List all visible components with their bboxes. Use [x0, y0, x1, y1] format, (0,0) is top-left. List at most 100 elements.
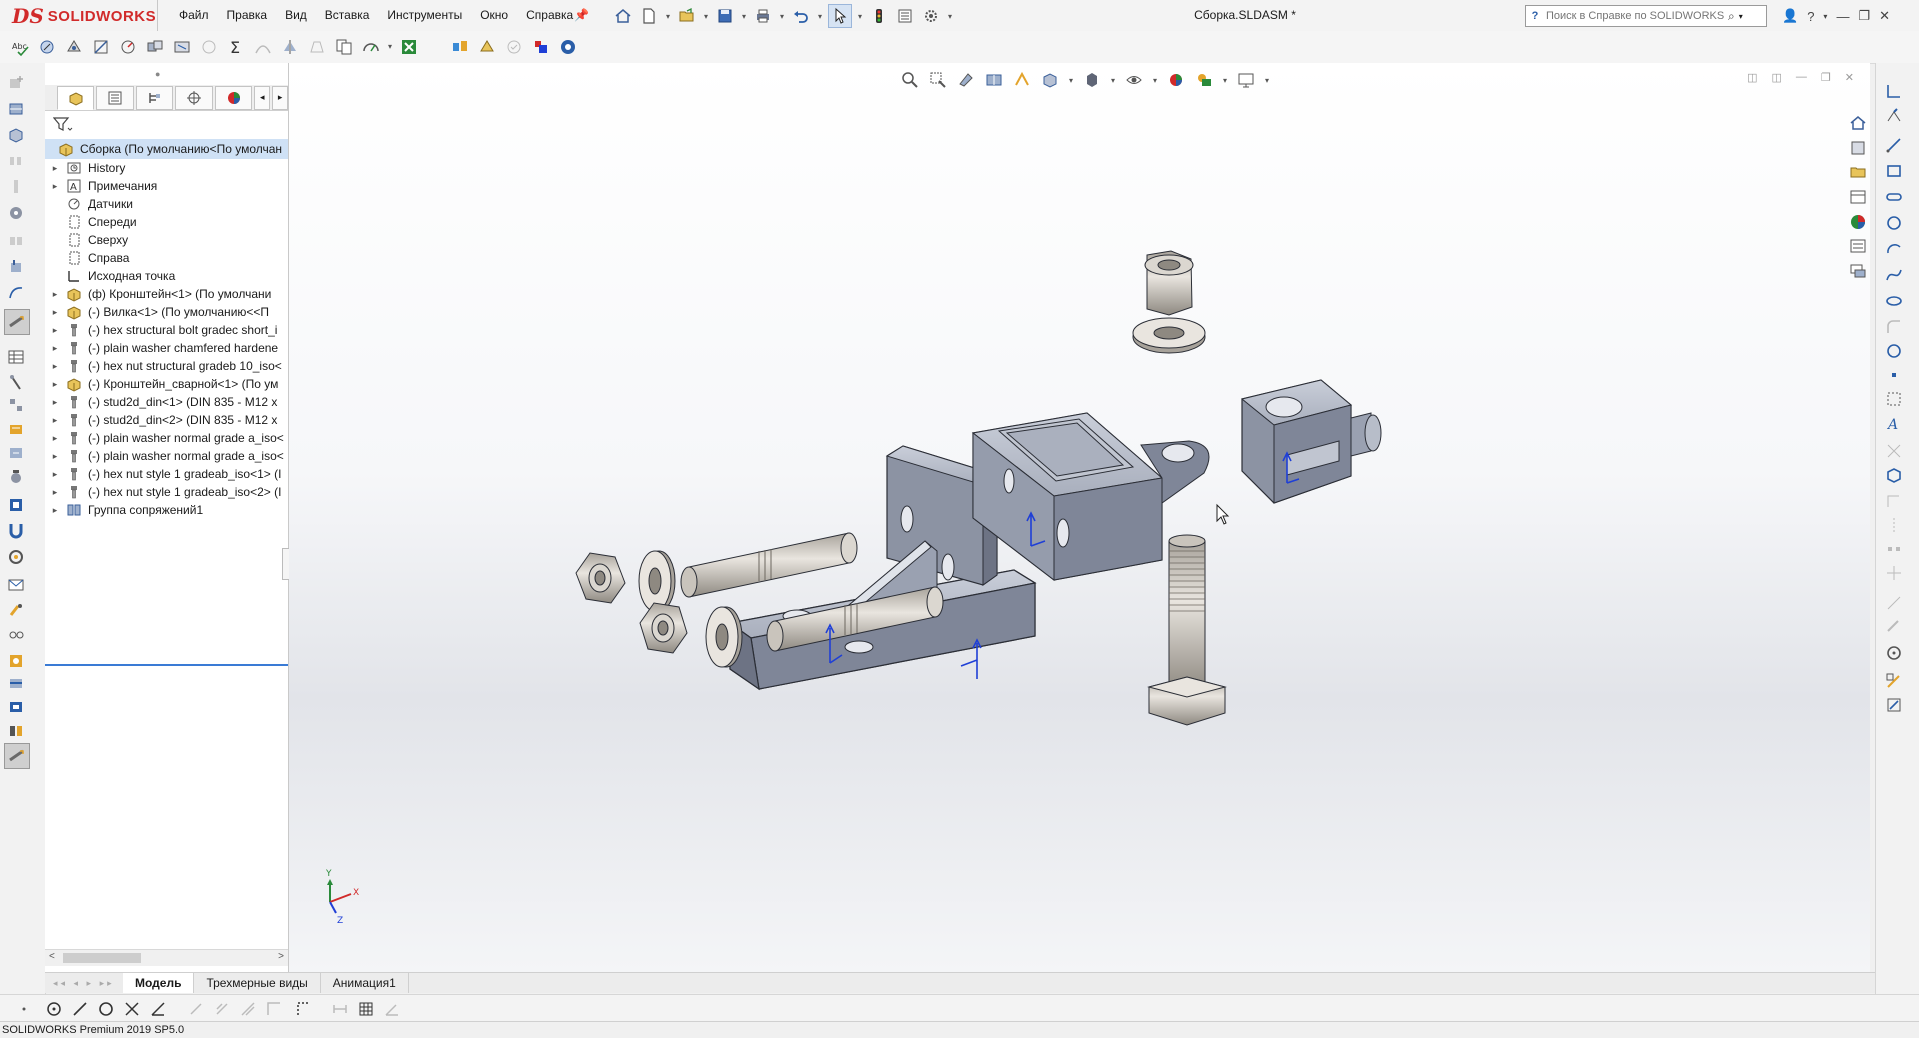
tree-item[interactable]: Датчики	[45, 195, 288, 213]
circle-icon[interactable]	[1882, 211, 1906, 235]
save-icon[interactable]	[714, 5, 736, 27]
measure-icon[interactable]	[35, 35, 59, 59]
custom-properties-icon[interactable]	[1846, 236, 1870, 258]
restore-icon[interactable]: ❐	[1858, 8, 1870, 24]
explode-line-sketch-icon[interactable]	[4, 393, 28, 417]
tab-scroll-left-icon[interactable]: ◂	[254, 85, 271, 110]
tree-item[interactable]: ▸ A Примечания	[45, 177, 288, 195]
arc-icon[interactable]	[1882, 237, 1906, 261]
tab-3d-views[interactable]: Трехмерные виды	[194, 973, 321, 993]
tab-dimxpert-manager[interactable]	[175, 85, 213, 110]
slot-icon[interactable]	[1882, 185, 1906, 209]
help-search-box[interactable]: ? ⌕ ▾	[1525, 5, 1767, 27]
tree-item[interactable]: ▸ (-) plain washer chamfered hardene	[45, 339, 288, 357]
tree-item[interactable]: ▸ (-) plain washer normal grade a_iso<	[45, 447, 288, 465]
offset-entities-icon[interactable]	[1882, 489, 1906, 513]
menu-insert[interactable]: Вставка	[316, 0, 379, 31]
expand-arrow-icon[interactable]: ▸	[49, 325, 61, 336]
polygon-icon[interactable]	[1882, 339, 1906, 363]
copy-with-mates-icon[interactable]	[4, 599, 28, 623]
magnetic-mate-icon[interactable]	[4, 518, 28, 542]
undo-dropdown-icon[interactable]: ▾	[816, 12, 824, 21]
rapid-sketch-icon[interactable]	[1882, 669, 1906, 693]
section-properties-icon[interactable]	[89, 35, 113, 59]
linear-sketch-pattern-icon[interactable]	[1882, 537, 1906, 561]
stud-nut-2-part[interactable]	[639, 602, 688, 654]
expand-arrow-icon[interactable]: ▸	[49, 181, 61, 192]
grid-tool-icon[interactable]	[354, 997, 378, 1021]
expand-arrow-icon[interactable]: ▸	[49, 469, 61, 480]
tree-root-assembly[interactable]: Сборка (По умолчанию<По умолчан	[45, 139, 288, 159]
expand-arrow-icon[interactable]: ▸	[49, 379, 61, 390]
design-library-icon[interactable]	[1846, 161, 1870, 183]
tree-item[interactable]: ▸ Группа сопряжений1	[45, 501, 288, 519]
vertical-hex-bolt-part[interactable]	[1147, 534, 1227, 726]
interference-icon[interactable]	[143, 35, 167, 59]
angle-tool-icon[interactable]	[146, 997, 170, 1021]
expand-arrow-icon[interactable]: ▸	[49, 361, 61, 372]
offset-tool-icon[interactable]	[236, 997, 260, 1021]
tab-animation[interactable]: Анимация1	[321, 973, 409, 993]
menu-tools[interactable]: Инструменты	[378, 0, 471, 31]
belt-chain-icon[interactable]	[4, 623, 28, 647]
hole-series-icon[interactable]	[4, 649, 28, 673]
sensor-icon[interactable]	[116, 35, 140, 59]
menu-edit[interactable]: Правка	[218, 0, 277, 31]
open-folder-icon[interactable]	[676, 5, 698, 27]
curvature-icon[interactable]	[251, 35, 275, 59]
cosmetic-thread-icon[interactable]	[4, 695, 28, 719]
select-dropdown-icon[interactable]: ▾	[856, 12, 864, 21]
smart-dimension-icon[interactable]	[1882, 105, 1906, 129]
tab-property-manager[interactable]	[96, 85, 134, 110]
options-dropdown-icon[interactable]: ▾	[946, 12, 954, 21]
bill-of-materials-icon[interactable]	[4, 345, 28, 369]
search-icon[interactable]: ⌕	[1728, 9, 1735, 24]
performance-evaluation-icon[interactable]	[359, 35, 383, 59]
tab-display-manager[interactable]	[214, 85, 253, 110]
component-preview-icon[interactable]	[4, 123, 28, 147]
file-explorer-icon[interactable]	[1846, 186, 1870, 208]
expand-arrow-icon[interactable]: ▸	[49, 433, 61, 444]
file-properties-icon[interactable]	[894, 5, 916, 27]
spline-icon[interactable]	[1882, 263, 1906, 287]
tree-item[interactable]: ▸ (-) plain washer normal grade a_iso<	[45, 429, 288, 447]
tree-item[interactable]: ▸ History	[45, 159, 288, 177]
open-dropdown-icon[interactable]: ▾	[702, 12, 710, 21]
expand-arrow-icon[interactable]: ▸	[49, 163, 61, 174]
expand-arrow-icon[interactable]: ▸	[49, 415, 61, 426]
tree-item[interactable]: ▸ (-) hex nut style 1 gradeab_iso<1> (I	[45, 465, 288, 483]
menu-help[interactable]: Справка	[517, 0, 582, 31]
smart-fasteners-icon[interactable]	[4, 175, 28, 199]
motion-study-bottom-icon[interactable]	[4, 743, 30, 769]
spell-check-icon[interactable]: Abc	[8, 35, 32, 59]
top-washer-part[interactable]	[1132, 317, 1206, 354]
help-search-input[interactable]	[1544, 9, 1728, 23]
construction-line-tool-icon[interactable]	[292, 997, 316, 1021]
graphics-viewport[interactable]: ▾ ▾ ▾ ▾ ▾ ◫ ◫ — ❐ ✕ Y X Z	[289, 63, 1870, 972]
tab-scroll-right-icon[interactable]: ▸	[272, 85, 289, 110]
hole-alignment-icon[interactable]	[197, 35, 221, 59]
tree-item[interactable]: ▸ (-) hex nut structural gradeb 10_iso<	[45, 357, 288, 375]
rectangle-icon[interactable]	[1882, 159, 1906, 183]
assembly-visualization-icon[interactable]	[448, 35, 472, 59]
tab-configuration-manager[interactable]	[135, 85, 174, 110]
scroll-right-icon[interactable]: >	[278, 951, 284, 962]
tree-item[interactable]: Справа	[45, 249, 288, 267]
appearances-icon[interactable]	[1846, 211, 1870, 233]
print-icon[interactable]	[752, 5, 774, 27]
fillet-tool-icon[interactable]	[184, 997, 208, 1021]
move-component-icon[interactable]	[4, 201, 28, 225]
solidworks-logo[interactable]: DS SOLIDWORKS	[12, 4, 157, 28]
symmetry-check-icon[interactable]	[278, 35, 302, 59]
corner-tool-icon[interactable]	[262, 997, 286, 1021]
tab-model[interactable]: Модель	[123, 973, 195, 993]
new-motion-study-icon[interactable]	[4, 309, 30, 335]
scroll-left-icon[interactable]: <	[49, 951, 55, 962]
new-dropdown-icon[interactable]: ▾	[664, 12, 672, 21]
repair-sketch-icon[interactable]	[1882, 615, 1906, 639]
performance-dropdown-icon[interactable]: ▾	[386, 35, 394, 59]
large-assembly-icon[interactable]	[475, 35, 499, 59]
tab-feature-tree[interactable]	[57, 85, 95, 110]
mirror-entities-icon[interactable]	[1882, 513, 1906, 537]
top-hex-nut-part[interactable]	[1144, 250, 1194, 316]
